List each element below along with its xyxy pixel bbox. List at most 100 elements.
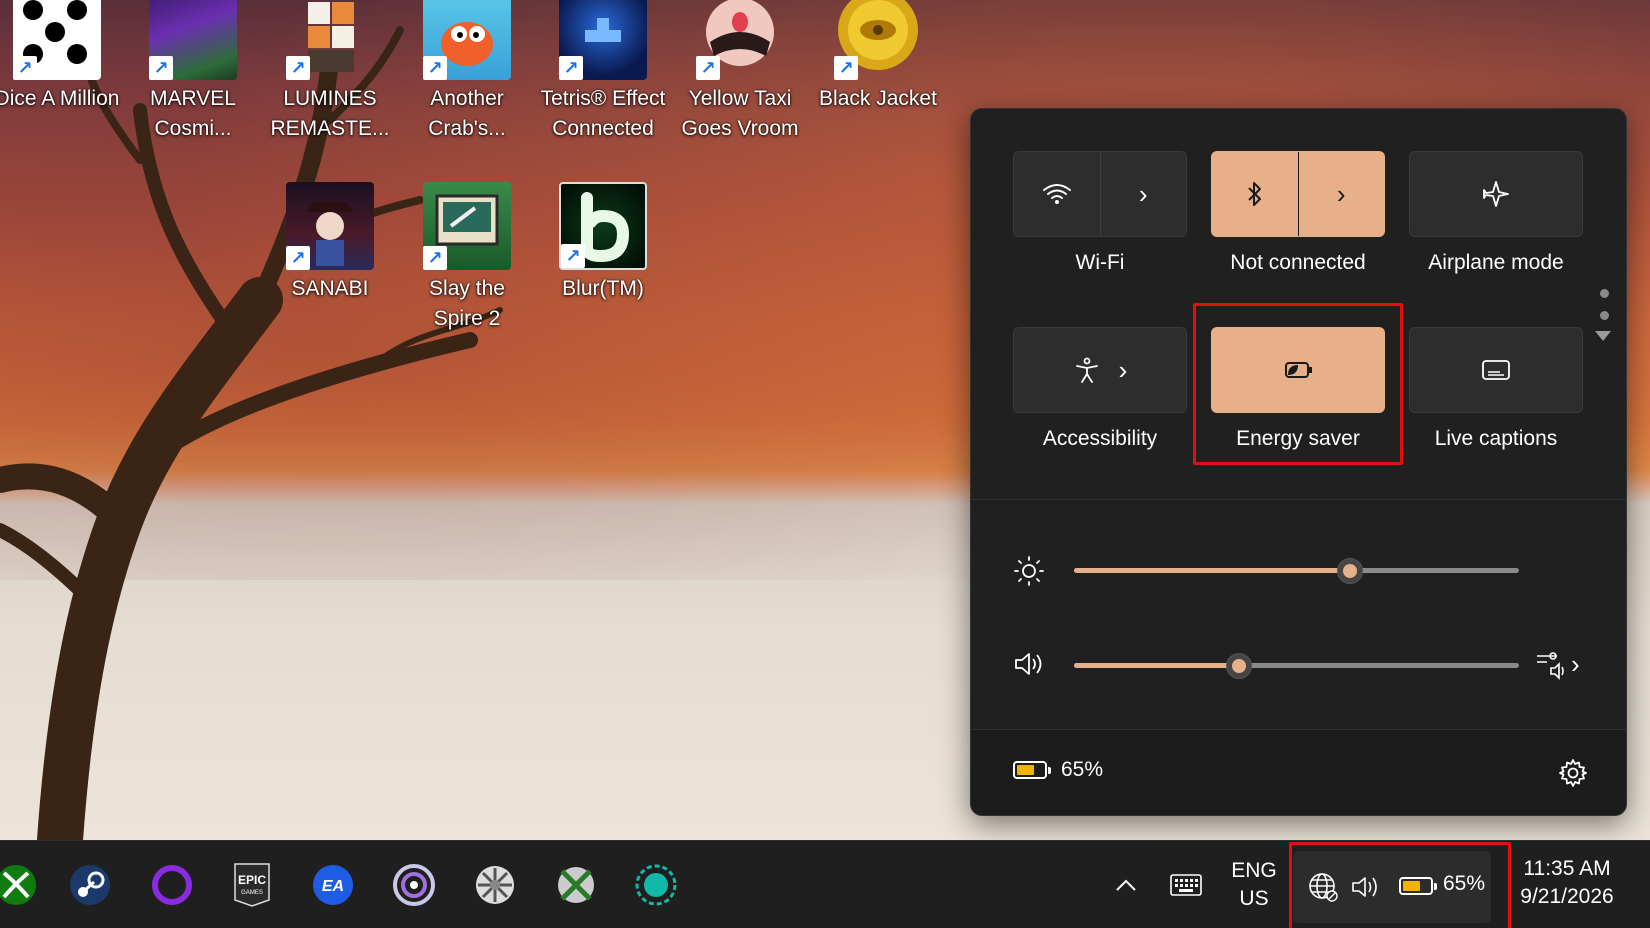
accessibility-icon (1075, 357, 1098, 383)
shortcut-arrow-icon: ↗ (834, 56, 858, 80)
chevron-down-icon[interactable] (1595, 331, 1611, 341)
brightness-icon (1014, 556, 1044, 586)
desktop-icon-blur[interactable]: ↗ Blur(TM) (539, 182, 667, 304)
lumines-icon: ↗ (286, 0, 374, 80)
panel-divider (971, 499, 1626, 500)
wifi-expand-button[interactable]: › (1099, 152, 1187, 236)
shortcut-arrow-icon: ↗ (149, 56, 173, 80)
ubisoft-icon (393, 864, 435, 906)
keyboard-icon (1170, 874, 1202, 896)
desktop-icon-label: Tetris® Effect Connected (540, 87, 666, 140)
epic-games-icon: EPIC GAMES (234, 863, 270, 907)
settings-gear-icon[interactable] (1558, 758, 1588, 788)
quick-settings-panel: › › Wi-Fi Not connected Airplane mode › … (970, 108, 1627, 816)
shortcut-arrow-icon: ↗ (423, 246, 447, 270)
desktop-icon-label: SANABI (291, 277, 369, 300)
crab-game-icon: ↗ (423, 0, 511, 80)
volume-icon (1015, 653, 1042, 675)
tetris-icon: ↗ (559, 0, 647, 80)
brightness-slider-thumb[interactable] (1337, 558, 1363, 584)
desktop-icon-lumines[interactable]: ↗ LUMINES REMASTE... (266, 0, 394, 144)
desktop-icon-black-jacket[interactable]: ↗ Black Jacket (814, 0, 942, 114)
xbox-game-bar-icon (558, 867, 594, 903)
chevron-right-icon: › (1138, 178, 1148, 209)
accessibility-tile[interactable]: › (1013, 327, 1187, 413)
marvel-game-icon: ↗ (149, 0, 237, 80)
touch-keyboard-button[interactable] (1166, 867, 1206, 903)
taskbar-app-wheel[interactable] (469, 859, 521, 911)
desktop-icon-label: Yellow Taxi Goes Vroom (681, 87, 799, 140)
wifi-toggle[interactable] (1014, 152, 1100, 236)
desktop-icon-dice-a-million[interactable]: ↗ Dice A Million (0, 0, 121, 114)
taskbar: EPIC GAMES EA ENG US 65% 11:35 AM 9/21/20… (0, 840, 1650, 928)
wheel-app-icon (476, 866, 514, 904)
language-indicator[interactable]: ENG US (1222, 857, 1286, 913)
desktop-icon-label: Slay the Spire 2 (429, 277, 505, 330)
airplane-icon (1483, 181, 1509, 207)
desktop-icon-another-crab[interactable]: ↗ Another Crab's... (403, 0, 531, 144)
desktop-icon-yellow-taxi[interactable]: ↗ Yellow Taxi Goes Vroom (676, 0, 804, 144)
teal-ring-app-icon (635, 864, 677, 906)
desktop-icon-label: Dice A Million (0, 87, 120, 110)
bluetooth-icon (1248, 182, 1261, 206)
accessibility-label: Accessibility (1042, 427, 1158, 450)
live-captions-label: Live captions (1434, 427, 1558, 450)
xbox-icon (0, 865, 36, 905)
clock-time: 11:35 AM (1523, 857, 1611, 880)
desktop-icon-label: Black Jacket (819, 87, 937, 110)
clock-date: 9/21/2026 (1520, 885, 1614, 908)
audio-output-button[interactable]: › (1535, 647, 1595, 681)
battery-status-button[interactable]: 65% (1013, 758, 1103, 782)
show-hidden-icons-button[interactable] (1108, 867, 1144, 903)
taskbar-app-teal-ring[interactable] (630, 859, 682, 911)
taskbar-app-ubisoft[interactable] (388, 859, 440, 911)
chevron-right-icon: › (1571, 648, 1580, 679)
chevron-right-icon: › (1336, 178, 1346, 209)
volume-slider-thumb[interactable] (1226, 653, 1252, 679)
clock-button[interactable]: 11:35 AM 9/21/2026 (1505, 855, 1629, 911)
airplane-mode-tile[interactable] (1409, 151, 1583, 237)
battery-percent: 65% (1061, 758, 1104, 781)
shortcut-arrow-icon: ↗ (286, 56, 310, 80)
desktop-icon-tetris-effect[interactable]: ↗ Tetris® Effect Connected (539, 0, 667, 144)
desktop-icon-label: Another Crab's... (428, 87, 506, 140)
slay-spire-icon: ↗ (423, 182, 511, 270)
desktop-icon-sanabi[interactable]: ↗ SANABI (266, 182, 394, 304)
page-indicator-dot[interactable] (1600, 289, 1609, 298)
chevron-up-icon (1116, 879, 1136, 891)
dice-icon: ↗ (13, 0, 101, 80)
sanabi-icon: ↗ (286, 182, 374, 270)
bluetooth-tile[interactable]: › (1211, 151, 1385, 237)
bluetooth-toggle[interactable] (1212, 152, 1298, 236)
live-captions-tile[interactable] (1409, 327, 1583, 413)
bluetooth-expand-button[interactable]: › (1297, 152, 1385, 236)
battery-icon (1013, 761, 1051, 779)
quick-settings-footer: 65% (971, 729, 1626, 815)
taskbar-app-purple-ring[interactable] (146, 859, 198, 911)
taskbar-app-steam[interactable] (64, 859, 116, 911)
shortcut-arrow-icon: ↗ (561, 244, 585, 268)
page-indicator-dot[interactable] (1600, 311, 1609, 320)
keyboard-layout-code: US (1239, 887, 1269, 910)
shortcut-arrow-icon: ↗ (696, 56, 720, 80)
volume-slider-fill (1074, 663, 1239, 668)
bluetooth-label: Not connected (1230, 251, 1366, 274)
language-code: ENG (1231, 859, 1277, 882)
tray-highlight (1289, 842, 1511, 928)
volume-slider[interactable] (1074, 653, 1519, 679)
taskbar-app-ea[interactable]: EA (307, 859, 359, 911)
wifi-tile[interactable]: › (1013, 151, 1187, 237)
taskbar-app-epic-games[interactable]: EPIC GAMES (226, 859, 278, 911)
shortcut-arrow-icon: ↗ (423, 56, 447, 80)
taskbar-app-xbox-game-bar[interactable] (550, 859, 602, 911)
ea-icon: EA (313, 865, 353, 905)
desktop-icon-marvel[interactable]: ↗ MARVEL Cosmi... (129, 0, 257, 144)
wifi-label: Wi-Fi (1075, 251, 1125, 274)
taskbar-app-xbox[interactable] (0, 859, 42, 911)
desktop-icon-label: Blur(TM) (562, 277, 644, 300)
taxi-game-icon: ↗ (696, 0, 784, 80)
brightness-slider[interactable] (1074, 558, 1519, 584)
brightness-slider-fill (1074, 568, 1350, 573)
desktop-icon-slay-the-spire[interactable]: ↗ Slay the Spire 2 (403, 182, 531, 334)
purple-ring-app-icon (152, 865, 192, 905)
